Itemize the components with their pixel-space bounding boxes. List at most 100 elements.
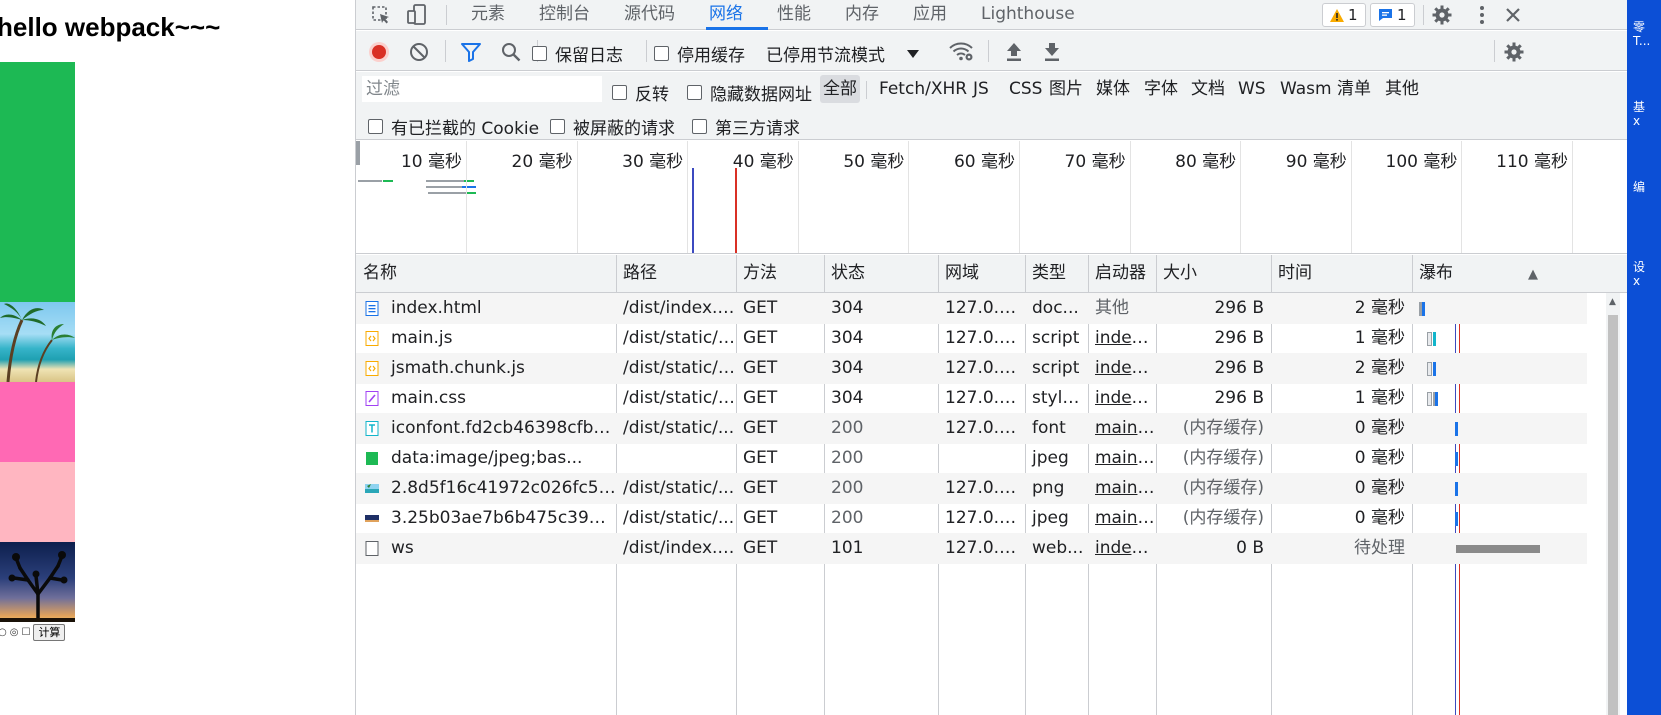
cell-method: GET (743, 328, 778, 348)
inspect-element-icon[interactable] (370, 4, 392, 26)
tab-console[interactable]: 控制台 (539, 0, 590, 30)
messages-badge[interactable]: 1 (1370, 3, 1415, 27)
table-row[interactable]: iconfont.fd2cb46398cfbd48... /dist/static… (356, 413, 1587, 444)
preserve-log-checkbox[interactable]: 保留日志 (532, 41, 623, 66)
table-row[interactable]: 3.25b03ae7b6b475c39bdb.... /dist/static/.… (356, 503, 1587, 534)
column-header-size[interactable]: 大小 (1156, 255, 1271, 293)
column-header-name[interactable]: 名称 (356, 255, 616, 293)
cell-time: 0 毫秒 (1354, 448, 1405, 468)
import-har-button[interactable] (1004, 41, 1024, 63)
cell-initiator[interactable]: index... (1088, 383, 1156, 414)
cell-initiator[interactable]: index... (1088, 533, 1156, 564)
close-icon[interactable] (1502, 4, 1524, 26)
cell-initiator[interactable]: main.... (1088, 503, 1156, 534)
blocked-requests-checkbox[interactable]: 被屏蔽的请求 (550, 114, 675, 139)
sort-ascending-icon[interactable]: ▲ (1528, 267, 1538, 282)
table-row[interactable]: main.js/dist/static/j... GET 304 127.0.0.1 s… (356, 323, 1587, 354)
type-filter-other[interactable]: 其他 (1382, 75, 1422, 103)
type-filter-font[interactable]: 字体 (1141, 75, 1181, 103)
table-row[interactable]: index.html/dist/index.h... GET 304 127.0.0.… (356, 293, 1587, 324)
tab-performance[interactable]: 性能 (777, 0, 811, 30)
cell-type: jpeg (1032, 448, 1069, 468)
network-settings-button[interactable] (1503, 41, 1525, 63)
disable-cache-box[interactable] (654, 46, 669, 61)
filter-input[interactable] (362, 76, 602, 102)
type-filter-media[interactable]: 媒体 (1093, 75, 1133, 103)
type-filter-fetch-xhr[interactable]: Fetch/XHR (876, 75, 970, 103)
network-conditions-button[interactable] (948, 40, 974, 62)
column-header-path[interactable]: 路径 (616, 255, 736, 293)
table-row[interactable]: data:image/jpeg;bas... GET 200 jpeg main....… (356, 443, 1587, 474)
table-scrollbar-thumb[interactable] (1608, 315, 1618, 715)
type-filter-all[interactable]: 全部 (820, 75, 860, 103)
type-filter-doc[interactable]: 文档 (1188, 75, 1228, 103)
cell-domain: 127.0.0.1 (945, 328, 1025, 348)
cell-path: /dist/static/... (623, 508, 735, 528)
clear-button[interactable] (408, 41, 430, 63)
third-party-checkbox[interactable]: 第三方请求 (692, 114, 800, 139)
column-header-status[interactable]: 状态 (824, 255, 938, 293)
script-icon (365, 361, 379, 376)
table-row[interactable]: 2.8d5f16c41972c026fc5c.png/dist/static/.… (356, 473, 1587, 504)
scroll-up-icon[interactable]: ▲ (1609, 297, 1616, 307)
cell-initiator[interactable]: main.... (1088, 473, 1156, 504)
type-filter-ws[interactable]: WS (1235, 75, 1269, 103)
invert-checkbox[interactable]: 反转 (612, 80, 669, 105)
third-party-box[interactable] (692, 119, 707, 134)
column-header-time[interactable]: 时间 (1271, 255, 1412, 293)
circle-icon[interactable]: ◎ (10, 627, 19, 638)
overview-gridline (908, 141, 910, 253)
network-overview[interactable]: 10 毫秒 20 毫秒 30 毫秒 40 毫秒 50 毫秒 60 毫秒 70 毫秒 80 毫秒… (356, 141, 1628, 254)
column-header-domain[interactable]: 网域 (938, 255, 1025, 293)
cell-initiator[interactable]: main.... (1088, 443, 1156, 474)
waterfall-bar (1455, 482, 1458, 496)
tab-memory[interactable]: 内存 (845, 0, 879, 30)
type-filter-js[interactable]: JS (970, 75, 992, 103)
column-header-initiator[interactable]: 启动器 (1088, 255, 1156, 293)
type-filter-wasm[interactable]: Wasm (1277, 75, 1335, 103)
tab-lighthouse[interactable]: Lighthouse (981, 0, 1075, 30)
blocked-cookies-box[interactable] (368, 119, 383, 134)
record-button[interactable] (368, 41, 390, 63)
overview-left-handle[interactable] (356, 141, 360, 165)
cell-initiator[interactable]: main.... (1088, 413, 1156, 444)
tab-application[interactable]: 应用 (913, 0, 947, 30)
tab-network[interactable]: 网络 (709, 0, 743, 30)
radio-icon[interactable]: ○ (0, 627, 7, 638)
filter-toggle[interactable] (460, 41, 482, 63)
settings-gear-icon[interactable] (1431, 4, 1453, 26)
hide-data-urls-box[interactable] (687, 85, 702, 100)
tab-elements[interactable]: 元素 (471, 0, 505, 30)
table-row[interactable]: main.css/dist/static/c... GET 304 127.0.0.1… (356, 383, 1587, 414)
cell-name: 2.8d5f16c41972c026fc5c.png (391, 478, 616, 498)
overview-tick-label: 80 毫秒 (1175, 152, 1237, 172)
throttling-select[interactable]: 已停用节流模式 (766, 41, 919, 66)
search-button[interactable] (500, 41, 522, 63)
table-row[interactable]: jsmath.chunk.js/dist/static/j... GET 304 12… (356, 353, 1587, 384)
blocked-cookies-checkbox[interactable]: 有已拦截的 Cookie (368, 114, 539, 139)
table-row[interactable]: ws/dist/index.h... GET 101 127.0.0.1 web... i… (356, 533, 1587, 564)
type-filter-css[interactable]: CSS (1006, 75, 1045, 103)
square-icon[interactable]: ☐ (21, 627, 30, 638)
type-filter-manifest[interactable]: 清单 (1334, 75, 1374, 103)
disable-cache-checkbox[interactable]: 停用缓存 (654, 41, 745, 66)
cell-initiator[interactable]: index... (1088, 323, 1156, 354)
tab-sources[interactable]: 源代码 (624, 0, 675, 30)
invert-box[interactable] (612, 85, 627, 100)
type-filter-img[interactable]: 图片 (1046, 75, 1086, 103)
hide-data-urls-checkbox[interactable]: 隐藏数据网址 (687, 80, 812, 105)
edge-fragment: x (1633, 274, 1641, 288)
cell-initiator[interactable]: index... (1088, 353, 1156, 384)
column-header-method[interactable]: 方法 (736, 255, 824, 293)
cell-name: iconfont.fd2cb46398cfbd48... (391, 418, 616, 438)
more-options-icon[interactable] (1471, 4, 1493, 26)
warnings-badge[interactable]: 1 (1322, 3, 1366, 27)
device-toolbar-icon[interactable] (406, 4, 428, 26)
export-har-button[interactable] (1042, 41, 1062, 63)
column-header-waterfall[interactable]: 瀑布 (1412, 255, 1606, 293)
preserve-log-box[interactable] (532, 46, 547, 61)
blocked-requests-box[interactable] (550, 119, 565, 134)
calc-button[interactable]: 计算 (33, 624, 66, 641)
column-header-type[interactable]: 类型 (1025, 255, 1088, 293)
cell-time: 1 毫秒 (1354, 388, 1405, 408)
